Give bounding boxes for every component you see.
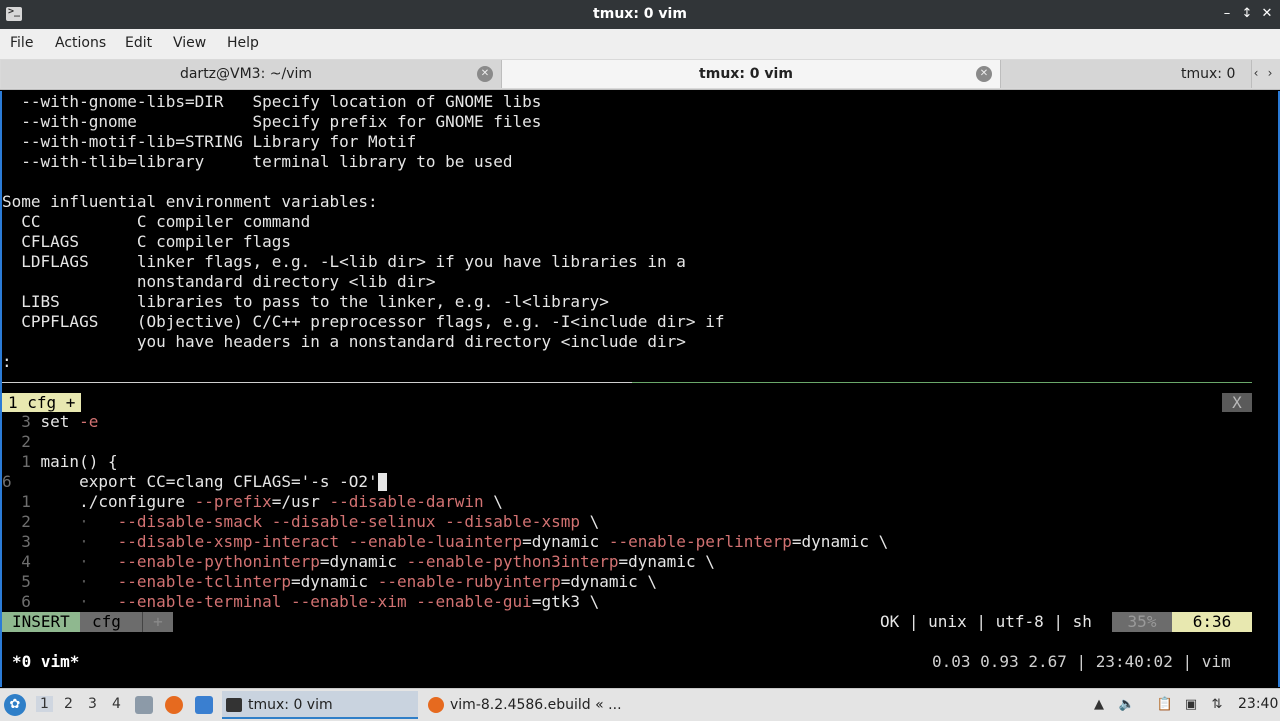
menu-bar: File Actions Edit View Help [0,29,1280,59]
pager-line: nonstandard directory <lib dir> [2,272,436,291]
task-label: tmux: 0 vim [248,697,333,713]
tab-tmux-0[interactable]: tmux: 0 [1001,60,1252,88]
tab-label: tmux: 0 [1181,66,1236,82]
tab-close-icon[interactable]: ✕ [976,66,992,82]
vim-filename: cfg [80,612,142,632]
tab-close-icon[interactable]: ✕ [477,66,493,82]
workspace-3[interactable]: 3 [88,696,97,712]
vim-file-info: OK | unix | utf-8 | sh [880,612,1092,631]
task-terminal[interactable]: tmux: 0 vim [222,691,418,719]
menu-help[interactable]: Help [227,35,259,51]
network-icon[interactable]: ⇅ [1208,696,1226,714]
pager-line: LIBS libraries to pass to the linker, e.… [2,292,609,311]
workspace-2[interactable]: 2 [64,696,73,712]
volume-icon[interactable]: 🔈 [1118,696,1136,714]
close-icon[interactable]: ✕ [1258,5,1276,23]
window-title: tmux: 0 vim [593,6,687,22]
tmux-window-list[interactable]: *0 vim* [12,652,79,672]
vim-modified-flag: + [142,612,173,632]
tab-tmux-vim[interactable]: tmux: 0 vim ✕ [502,60,1001,88]
terminal-icon [226,698,242,712]
code-line-current: 6 export CC=clang CFLAGS='-s -O2' [2,472,387,492]
code-line: 1 main() { [2,452,118,471]
vim-cursor-position: 6:36 [1172,612,1252,632]
taskbar: ✿ 1 2 3 4 tmux: 0 vim vim-8.2.4586.ebuil… [0,688,1280,721]
code-line: 3 set -e [2,412,99,431]
file-manager-icon[interactable] [135,696,153,714]
pager-line: --with-gnome Specify prefix for GNOME fi… [2,112,542,131]
code-line: 6 · --enable-terminal --enable-xim --ena… [2,592,600,611]
workspace-4[interactable]: 4 [112,696,121,712]
maximize-icon[interactable]: ↕ [1238,5,1256,23]
code-line: 2 · --disable-smack --disable-selinux --… [2,512,600,531]
pager-prompt[interactable]: : [2,352,12,372]
clipboard-icon[interactable]: 📋 [1156,696,1174,714]
pager-line: CC C compiler command [2,212,311,231]
code-line: 3 · --disable-xsmp-interact --enable-lua… [2,532,889,551]
firefox-icon [428,697,444,713]
start-menu-icon[interactable]: ✿ [4,694,26,716]
firefox-icon[interactable] [165,696,183,714]
code-line: 5 · --enable-tclinterp=dynamic --enable-… [2,572,658,591]
window-titlebar: >_ tmux: 0 vim – ↕ ✕ [0,0,1280,29]
vim-scroll-percent: 35% [1112,612,1172,632]
pager-line: Some influential environment variables: [2,192,378,211]
menu-file[interactable]: File [10,35,33,51]
minimize-icon[interactable]: – [1218,5,1236,23]
pager-line: --with-gnome-libs=DIR Specify location o… [2,92,542,111]
pager-line: LDFLAGS linker flags, e.g. -L<lib dir> i… [2,252,686,271]
pane-separator-active [632,382,1252,383]
menu-edit[interactable]: Edit [125,35,152,51]
task-label: vim-8.2.4586.ebuild « ... [450,697,622,713]
display-icon[interactable]: ▣ [1182,696,1200,714]
tab-scroll-left-icon[interactable]: ‹ [1251,63,1261,83]
vim-tab-close[interactable]: X [1222,393,1252,412]
tmux-status-right: 0.03 0.93 2.67 | 23:40:02 | vim [932,652,1231,671]
task-firefox[interactable]: vim-8.2.4586.ebuild « ... [424,691,634,719]
tab-scroll-right-icon[interactable]: › [1265,63,1275,83]
tab-bar: dartz@VM3: ~/vim ✕ tmux: 0 vim ✕ tmux: 0… [0,59,1280,90]
pager-line: CFLAGS C compiler flags [2,232,291,251]
menu-view[interactable]: View [173,35,206,51]
workspace-1[interactable]: 1 [36,696,53,712]
pager-line: you have headers in a nonstandard direct… [2,332,686,351]
vim-mode-indicator: INSERT [2,612,80,632]
code-line: 1 ./configure --prefix=/usr --disable-da… [2,492,503,511]
tab-label: dartz@VM3: ~/vim [179,66,313,82]
pager-line: --with-tlib=library terminal library to … [2,152,513,171]
menu-actions[interactable]: Actions [55,35,106,51]
text-cursor [377,473,387,491]
taskbar-clock[interactable]: 23:40 [1238,696,1278,712]
vim-tab[interactable]: 1 cfg + [2,393,82,412]
code-line: 4 · --enable-pythoninterp=dynamic --enab… [2,552,715,571]
tab-dartz-vm3[interactable]: dartz@VM3: ~/vim ✕ [1,60,502,88]
pager-line: --with-motif-lib=STRING Library for Moti… [2,132,417,151]
show-desktop-icon[interactable] [195,696,213,714]
tab-label: tmux: 0 vim [699,66,793,82]
code-line: 2 [2,432,31,451]
pager-line: CPPFLAGS (Objective) C/C++ preprocessor … [2,312,725,331]
tray-up-icon[interactable]: ▲ [1090,696,1108,714]
